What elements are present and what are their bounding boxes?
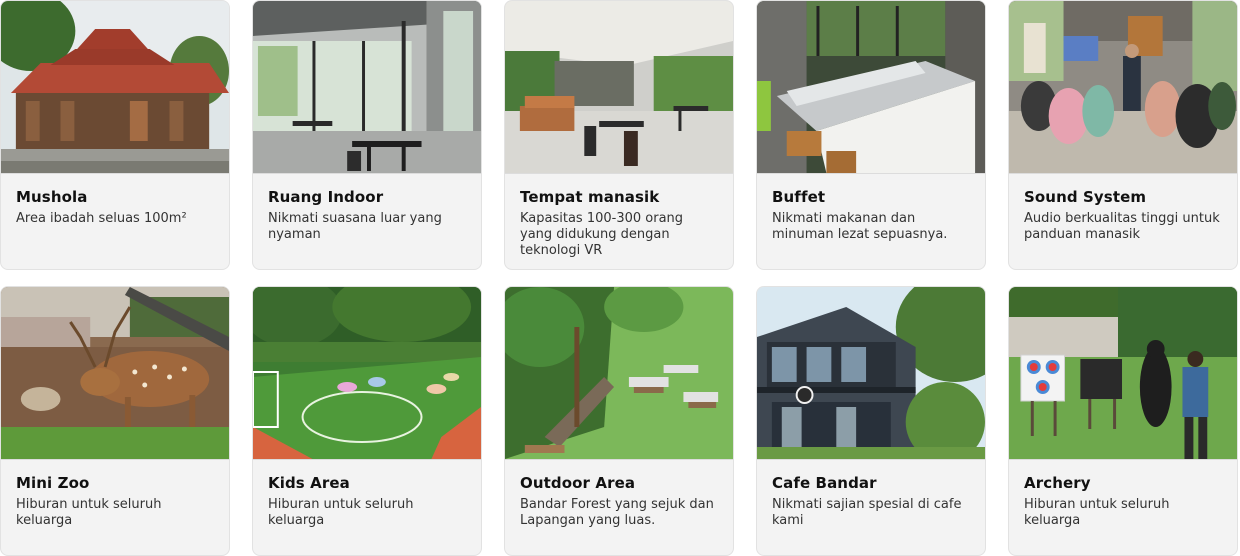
card-description: Nikmati makanan dan minuman lezat sepuas… (772, 211, 948, 242)
card-body: Ruang Indoor Nikmati suasana luar yang n… (253, 174, 481, 253)
facility-card-outdoor-area[interactable]: Outdoor Area Bandar Forest yang sejuk da… (504, 286, 734, 556)
card-description: Hiburan untuk seluruh keluarga (1024, 497, 1170, 528)
card-title: Mushola (16, 188, 88, 206)
facility-card-tempat-manasik[interactable]: Tempat manasik Kapasitas 100-300 orang y… (504, 0, 734, 270)
facility-card-sound-system[interactable]: Sound System Audio berkualitas tinggi un… (1008, 0, 1238, 270)
outdoor-lawn-photo (505, 287, 733, 460)
card-body: Mini Zoo Hiburan untuk seluruh keluarga (1, 460, 229, 539)
card-description: Hiburan untuk seluruh keluarga (16, 497, 162, 528)
buffet-photo (757, 1, 985, 174)
card-title: Cafe Bandar (772, 474, 877, 492)
facility-card-buffet[interactable]: Buffet Nikmati makanan dan minuman lezat… (756, 0, 986, 270)
sound-system-photo (1009, 1, 1237, 174)
card-body: Cafe Bandar Nikmati sajian spesial di ca… (757, 460, 985, 539)
card-description: Bandar Forest yang sejuk dan Lapangan ya… (520, 497, 714, 528)
card-body: Outdoor Area Bandar Forest yang sejuk da… (505, 460, 733, 539)
facility-card-kids-area[interactable]: Kids Area Hiburan untuk seluruh keluarga (252, 286, 482, 556)
card-body: Tempat manasik Kapasitas 100-300 orang y… (505, 174, 733, 269)
card-title: Archery (1024, 474, 1091, 492)
card-title: Buffet (772, 188, 826, 206)
card-description: Audio berkualitas tinggi untuk panduan m… (1024, 211, 1220, 242)
card-body: Sound System Audio berkualitas tinggi un… (1009, 174, 1237, 253)
facility-card-ruang-indoor[interactable]: Ruang Indoor Nikmati suasana luar yang n… (252, 0, 482, 270)
cafe-building-photo (757, 287, 985, 460)
card-description: Area ibadah seluas 100m² (16, 211, 187, 226)
card-title: Sound System (1024, 188, 1147, 206)
card-title: Tempat manasik (520, 188, 660, 206)
card-description: Nikmati suasana luar yang nyaman (268, 211, 442, 242)
card-title: Ruang Indoor (268, 188, 384, 206)
card-title: Mini Zoo (16, 474, 90, 492)
card-description: Kapasitas 100-300 orang yang didukung de… (520, 211, 684, 258)
card-title: Outdoor Area (520, 474, 636, 492)
facility-card-mini-zoo[interactable]: Mini Zoo Hiburan untuk seluruh keluarga (0, 286, 230, 556)
archery-photo (1009, 287, 1237, 460)
card-body: Mushola Area ibadah seluas 100m² (1, 174, 229, 237)
card-description: Hiburan untuk seluruh keluarga (268, 497, 414, 528)
facility-card-mushola[interactable]: Mushola Area ibadah seluas 100m² (0, 0, 230, 270)
manasik-hall-photo (505, 1, 733, 174)
card-title: Kids Area (268, 474, 350, 492)
card-body: Buffet Nikmati makanan dan minuman lezat… (757, 174, 985, 253)
card-body: Archery Hiburan untuk seluruh keluarga (1009, 460, 1237, 539)
deer-photo (1, 287, 229, 460)
facilities-grid: Mushola Area ibadah seluas 100m² Ruang I… (0, 0, 1240, 556)
mushola-photo (1, 1, 229, 174)
card-body: Kids Area Hiburan untuk seluruh keluarga (253, 460, 481, 539)
facility-card-cafe-bandar[interactable]: Cafe Bandar Nikmati sajian spesial di ca… (756, 286, 986, 556)
indoor-room-photo (253, 1, 481, 174)
card-description: Nikmati sajian spesial di cafe kami (772, 497, 962, 528)
facility-card-archery[interactable]: Archery Hiburan untuk seluruh keluarga (1008, 286, 1238, 556)
kids-field-photo (253, 287, 481, 460)
